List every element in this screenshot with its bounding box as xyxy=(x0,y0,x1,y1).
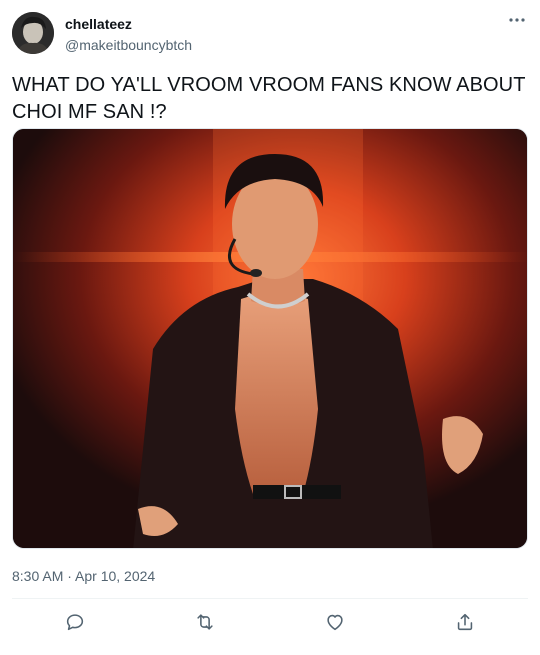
avatar[interactable] xyxy=(12,12,54,54)
retweet-icon xyxy=(197,614,213,630)
user-handle[interactable]: @makeitbouncybtch xyxy=(65,37,192,53)
reply-button[interactable] xyxy=(61,608,89,636)
more-options-button[interactable] xyxy=(506,12,528,28)
tweet-text: WHAT DO YA'LL VROOM VROOM FANS KNOW ABOU… xyxy=(12,74,526,123)
more-icon xyxy=(509,18,525,22)
share-button[interactable] xyxy=(451,608,479,636)
heart-icon xyxy=(327,614,343,631)
profile-avatar-icon xyxy=(12,12,54,54)
divider xyxy=(12,598,528,599)
tweet-media[interactable] xyxy=(12,128,528,549)
action-bar xyxy=(0,608,540,636)
share-icon xyxy=(457,613,473,631)
performer-photo-icon xyxy=(13,129,527,548)
retweet-button[interactable] xyxy=(191,608,219,636)
reply-icon xyxy=(66,614,84,631)
tweet-timestamp[interactable]: 8:30 AM · Apr 10, 2024 xyxy=(12,568,155,584)
tweet-card: chellateez @makeitbouncybtch WHAT DO YA'… xyxy=(0,0,540,655)
like-button[interactable] xyxy=(321,608,349,636)
display-name[interactable]: chellateez xyxy=(65,16,132,32)
